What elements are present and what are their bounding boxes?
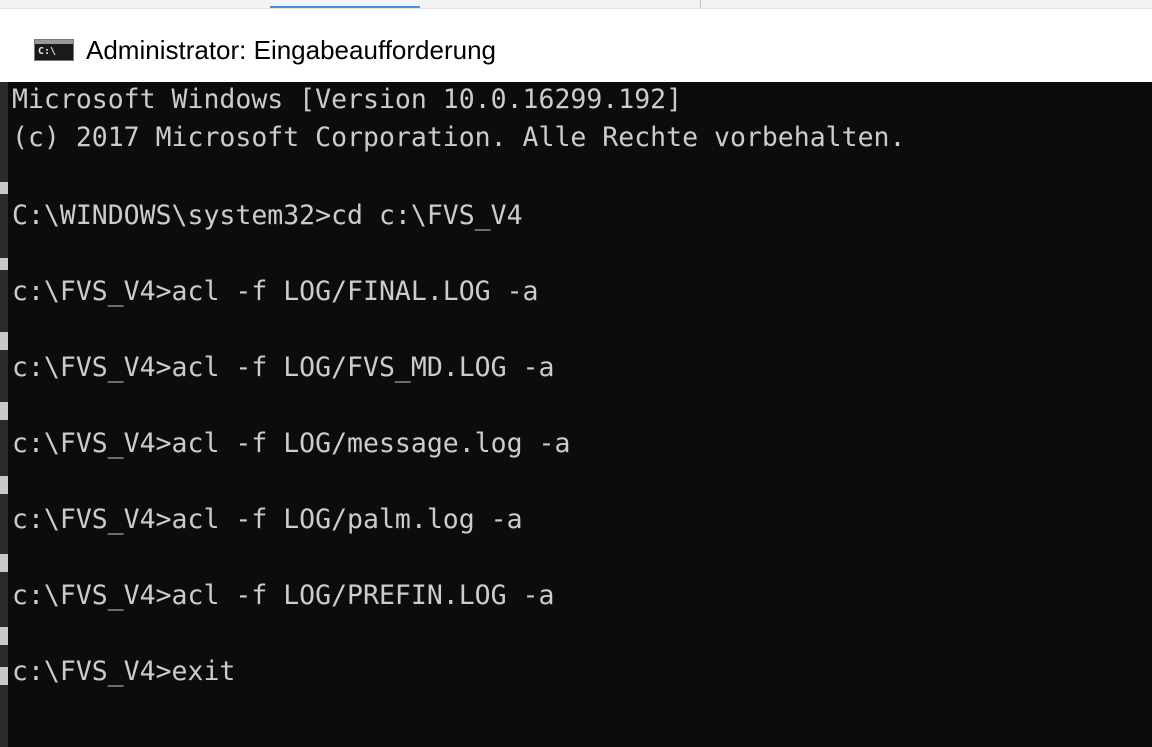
title-bar[interactable]: C:\ Administrator: Eingabeaufforderung xyxy=(0,12,1152,82)
cmd-console-icon[interactable]: C:\ xyxy=(34,39,74,61)
console-line: (c) 2017 Microsoft Corporation. Alle Rec… xyxy=(12,122,906,153)
command-prompt-window: C:\ Administrator: Eingabeaufforderung M… xyxy=(0,0,1152,747)
console-icon-glyph: C:\ xyxy=(38,46,57,57)
console-line: c:\FVS_V4>exit xyxy=(12,656,236,687)
console-line: c:\FVS_V4>acl -f LOG/PREFIN.LOG -a xyxy=(12,580,555,611)
console-line: c:\FVS_V4>acl -f LOG/palm.log -a xyxy=(12,504,523,535)
console-line: c:\FVS_V4>acl -f LOG/message.log -a xyxy=(12,428,571,459)
background-window-left-edge xyxy=(0,82,8,747)
console-output-area[interactable]: Microsoft Windows [Version 10.0.16299.19… xyxy=(0,82,1152,747)
console-line: C:\WINDOWS\system32>cd c:\FVS_V4 xyxy=(12,200,523,231)
console-line: c:\FVS_V4>acl -f LOG/FINAL.LOG -a xyxy=(12,276,539,307)
window-title: Administrator: Eingabeaufforderung xyxy=(86,35,496,65)
console-line: c:\FVS_V4>acl -f LOG/FVS_MD.LOG -a xyxy=(12,352,555,383)
background-window-edge xyxy=(0,0,1152,9)
console-line: Microsoft Windows [Version 10.0.16299.19… xyxy=(12,84,683,115)
